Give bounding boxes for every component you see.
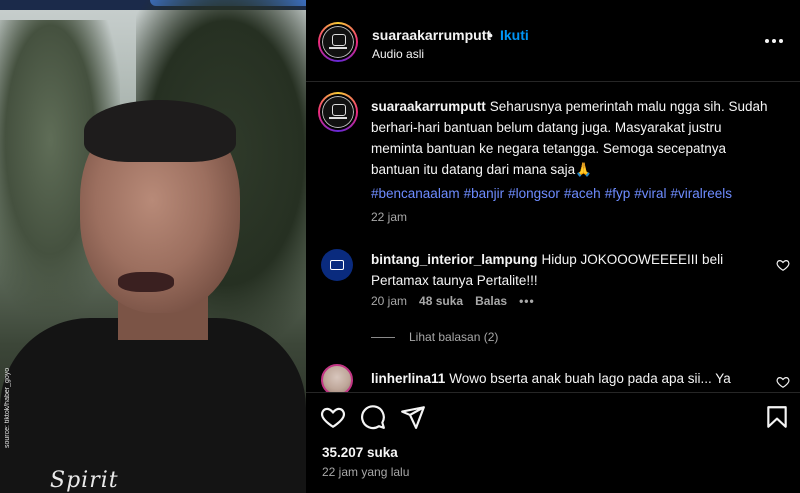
share-icon[interactable] bbox=[400, 404, 426, 430]
view-replies-label: Lihat balasan (2) bbox=[409, 330, 499, 344]
comment-heart-icon[interactable] bbox=[776, 258, 790, 272]
bookmark-icon[interactable] bbox=[764, 404, 790, 430]
separator-dot: • bbox=[488, 27, 493, 43]
comment-more-button[interactable]: ••• bbox=[519, 294, 535, 308]
heart-icon[interactable] bbox=[320, 404, 346, 430]
author-avatar[interactable] bbox=[318, 22, 358, 62]
replies-divider-line bbox=[371, 336, 395, 338]
caption-timestamp: 22 jam bbox=[371, 210, 408, 224]
post-likes-count[interactable]: 35.207 suka bbox=[322, 445, 398, 460]
caption-avatar[interactable] bbox=[318, 92, 358, 132]
post-header: suaraakarrumputt • Ikuti Audio asli bbox=[306, 0, 800, 82]
video-source-credit: source: tiktok/haber_goyo bbox=[4, 367, 11, 448]
hashtag-link[interactable]: #viralreels bbox=[671, 186, 733, 201]
hashtag-link[interactable]: #aceh bbox=[564, 186, 601, 201]
caption-logo-icon bbox=[322, 96, 354, 128]
comment-body: Wowo bserta anak buah lago pada apa sii.… bbox=[449, 371, 731, 386]
brand-logo-icon bbox=[330, 260, 344, 270]
follow-button[interactable]: Ikuti bbox=[500, 27, 529, 43]
commenter-avatar[interactable] bbox=[321, 249, 353, 281]
comment-timestamp: 20 jam bbox=[371, 294, 408, 308]
post-timestamp: 22 jam yang lalu bbox=[322, 465, 410, 479]
hashtag-link[interactable]: #banjir bbox=[464, 186, 505, 201]
author-logo-icon bbox=[322, 26, 354, 58]
person-body bbox=[0, 318, 306, 493]
video-player[interactable]: source: tiktok/haber_goyo Spirit bbox=[0, 0, 306, 493]
more-horizontal-icon[interactable] bbox=[764, 33, 784, 49]
person-hair bbox=[84, 100, 236, 162]
caption-username[interactable]: suaraakarrumputt bbox=[371, 99, 486, 114]
caption-text-block: suaraakarrumputt Seharusnya pemerintah ma… bbox=[371, 96, 776, 180]
reply-button[interactable]: Balas bbox=[475, 294, 507, 308]
comment-likes[interactable]: 48 suka bbox=[419, 294, 463, 308]
hashtag-link[interactable]: #viral bbox=[634, 186, 666, 201]
comment-text-block: bintang_interior_lampung Hidup JOKOOOWEEE… bbox=[371, 249, 771, 291]
post-actions-bar: 35.207 suka 22 jam yang lalu bbox=[306, 392, 800, 492]
audio-label[interactable]: Audio asli bbox=[372, 47, 424, 61]
commenter-username[interactable]: linherlina11 bbox=[371, 371, 445, 386]
hashtag-list: #bencanaalam #banjir #longsor #aceh #fyp #vir… bbox=[371, 186, 791, 201]
comment-text-block: linherlina11 Wowo bserta anak buah lago p… bbox=[371, 368, 771, 389]
comment-icon[interactable] bbox=[360, 404, 386, 430]
author-username[interactable]: suaraakarrumputt bbox=[372, 27, 491, 43]
commenter-username[interactable]: bintang_interior_lampung bbox=[371, 252, 538, 267]
hashtag-link[interactable]: #bencanaalam bbox=[371, 186, 460, 201]
person-mouth bbox=[118, 272, 174, 292]
comment-heart-icon[interactable] bbox=[776, 375, 790, 389]
view-replies-button[interactable]: Lihat balasan (2) bbox=[371, 330, 498, 344]
post-panel: suaraakarrumputt • Ikuti Audio asli suar… bbox=[306, 0, 800, 493]
hashtag-link[interactable]: #longsor bbox=[508, 186, 560, 201]
comment-meta: 20 jam 48 suka Balas ••• bbox=[371, 294, 535, 308]
shirt-print-text: Spirit bbox=[50, 468, 119, 493]
hashtag-link[interactable]: #fyp bbox=[605, 186, 631, 201]
